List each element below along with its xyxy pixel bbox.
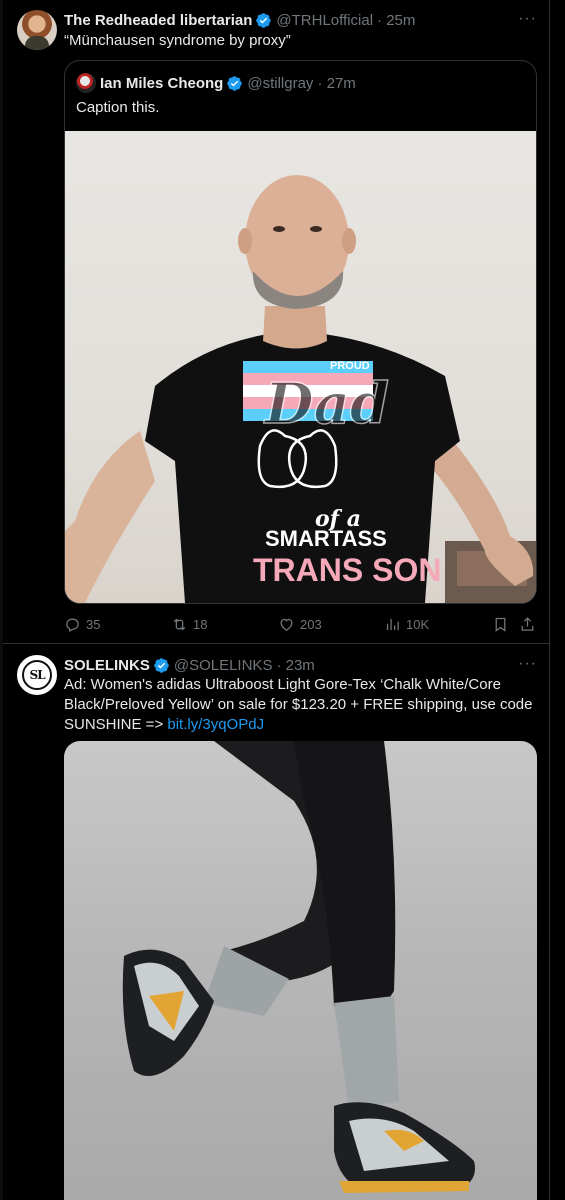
- sneaker-photo[interactable]: [64, 741, 537, 1200]
- shirt-text-smartass: SMARTASS: [265, 526, 387, 551]
- bookmark-icon: [495, 617, 506, 632]
- reply-icon: [66, 618, 79, 632]
- verified-badge-icon: [154, 657, 169, 673]
- tweet-header: The Redheaded libertarian @TRHLofficial …: [64, 10, 539, 30]
- author-name[interactable]: SOLELINKS: [64, 657, 150, 674]
- avatar[interactable]: SL: [17, 655, 57, 695]
- tweet-time[interactable]: · 23m: [276, 657, 314, 674]
- quote-text: Caption this.: [76, 99, 160, 116]
- legs-in-leggings-photo: [122, 741, 475, 1193]
- quote-avatar[interactable]: [76, 73, 96, 93]
- like-count: 203: [300, 616, 322, 632]
- more-dots-icon[interactable]: ···: [518, 10, 537, 28]
- tweet-text-prefix: SUNSHINE =>: [64, 716, 168, 733]
- man-in-shirt-photo: PROUD Dad of a SMARTASS TRANS SON: [65, 175, 536, 603]
- views-icon: [386, 618, 399, 630]
- avatar[interactable]: [17, 10, 57, 50]
- repost-button[interactable]: 18: [171, 616, 207, 633]
- scrollbar[interactable]: [549, 0, 565, 1200]
- reply-count: 35: [86, 616, 101, 632]
- quote-author-name[interactable]: Ian Miles Cheong: [100, 75, 223, 92]
- quote-photo[interactable]: PROUD Dad of a SMARTASS TRANS SON: [65, 131, 536, 603]
- avatar-logo-text: SL: [22, 660, 52, 690]
- tweet-text: “Münchausen syndrome by proxy”: [64, 32, 291, 49]
- author-handle[interactable]: @TRHLofficial: [276, 12, 373, 29]
- quote-time[interactable]: · 27m: [317, 75, 355, 92]
- quoted-tweet[interactable]: Ian Miles Cheong @stillgray · 27m Captio…: [64, 60, 537, 604]
- verified-badge-icon: [227, 75, 243, 91]
- quote-header: Ian Miles Cheong @stillgray · 27m: [76, 73, 356, 93]
- views-count: 10K: [406, 616, 430, 632]
- reply-button[interactable]: 35: [64, 616, 100, 633]
- author-name[interactable]: The Redheaded libertarian: [64, 12, 252, 29]
- tweet-link[interactable]: bit.ly/3yqOPdJ: [167, 716, 264, 733]
- repost-count: 18: [193, 616, 208, 632]
- more-dots-icon[interactable]: ···: [518, 655, 537, 673]
- tweet[interactable]: SL SOLELINKS @SOLELINKS · 23m ··· Ad: Wo…: [3, 645, 549, 1200]
- timeline: The Redheaded libertarian @TRHLofficial …: [0, 0, 565, 1200]
- shirt-text-trans-son: TRANS SON: [253, 552, 441, 588]
- tweet-text-line: SUNSHINE => bit.ly/3yqOPdJ: [64, 715, 537, 735]
- share-icon: [521, 616, 534, 631]
- tweet-time[interactable]: · 25m: [377, 12, 415, 29]
- repost-icon: [173, 618, 186, 630]
- tweet-text: Ad: Women's adidas Ultraboost Light Gore…: [64, 675, 537, 735]
- verified-badge-icon: [256, 12, 272, 28]
- tweet-actions: 35 18 203 10K: [64, 614, 542, 634]
- tweet-text-line: Ad: Women's adidas Ultraboost Light Gore…: [64, 676, 501, 693]
- quote-author-handle[interactable]: @stillgray: [247, 75, 313, 92]
- share-button[interactable]: [519, 616, 541, 633]
- tweet[interactable]: The Redheaded libertarian @TRHLofficial …: [3, 0, 549, 644]
- views-button[interactable]: 10K: [384, 616, 429, 633]
- heart-icon: [280, 618, 293, 631]
- tweet-header: SOLELINKS @SOLELINKS · 23m ···: [64, 655, 539, 675]
- bookmark-button[interactable]: [492, 616, 514, 633]
- like-button[interactable]: 203: [278, 616, 322, 633]
- author-handle[interactable]: @SOLELINKS: [174, 657, 273, 674]
- tweet-text-line: Black/Preloved Yellow’ on sale for $123.…: [64, 696, 533, 713]
- shirt-text-dad: Dad: [263, 371, 389, 437]
